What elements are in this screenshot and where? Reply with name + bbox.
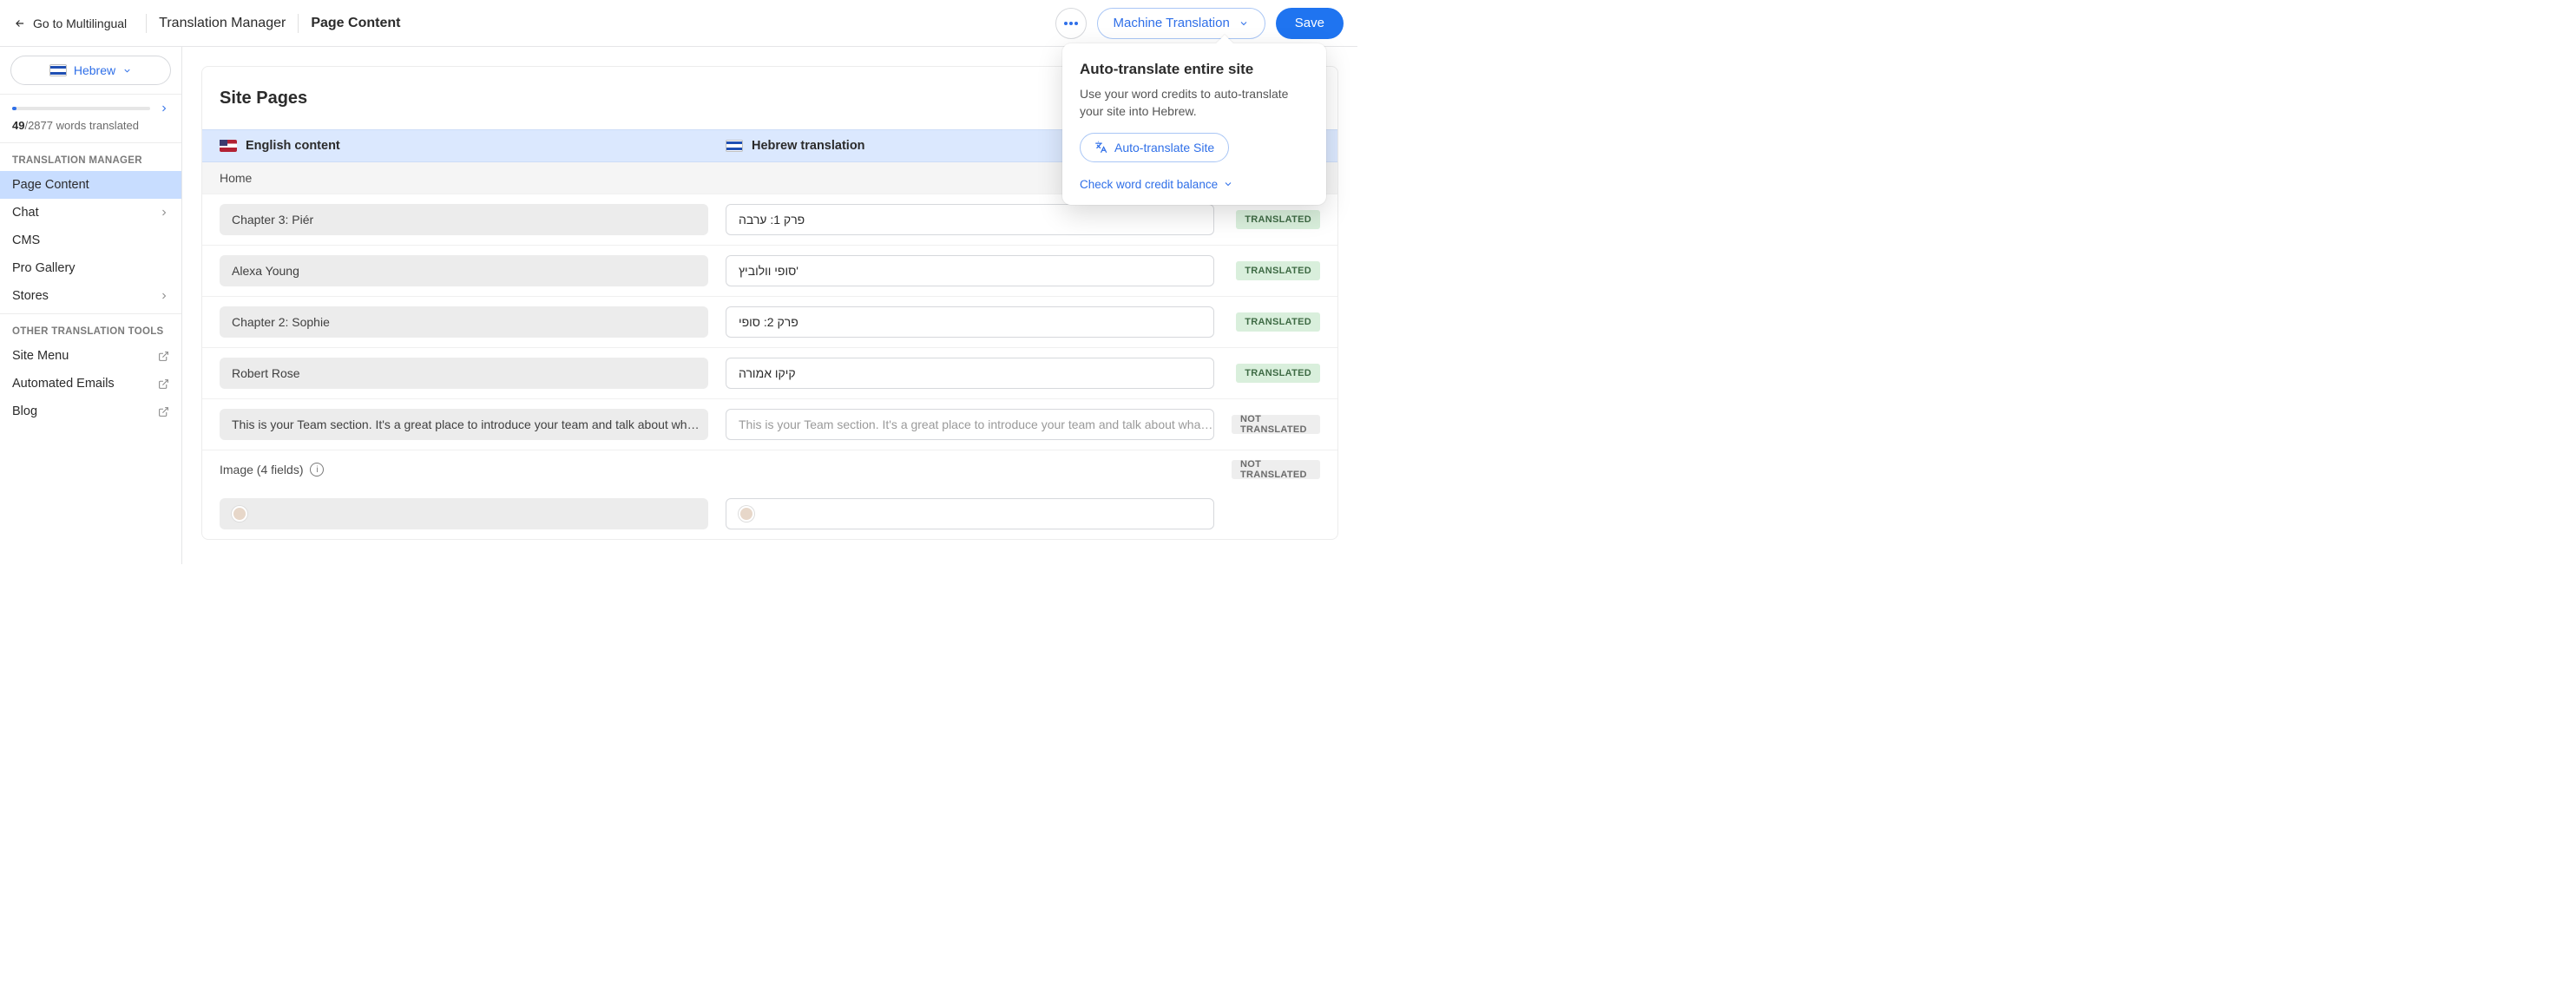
sidebar-item-label: Pro Gallery	[12, 261, 76, 275]
sidebar-item-label: Site Menu	[12, 349, 69, 363]
main: Site Pages All pages English content	[182, 47, 1357, 564]
sidebar-item-automated-emails[interactable]: Automated Emails	[0, 370, 181, 398]
translation-input[interactable]: This is your Team section. It's a great …	[726, 409, 1214, 440]
sidebar-item-site-menu[interactable]: Site Menu	[0, 342, 181, 370]
auto-translate-popover: Auto-translate entire site Use your word…	[1062, 43, 1326, 205]
sidebar-heading-translation-manager: TRANSLATION MANAGER	[0, 143, 181, 171]
chevron-right-icon	[159, 103, 169, 114]
back-label: Go to Multilingual	[33, 16, 127, 30]
sidebar-item-stores[interactable]: Stores	[0, 282, 181, 314]
sidebar-item-label: Blog	[12, 404, 37, 418]
popover-title: Auto-translate entire site	[1080, 61, 1309, 78]
status-badge: TRANSLATED	[1236, 210, 1320, 229]
col-source-label: English content	[246, 139, 340, 153]
sidebar-item-label: Page Content	[12, 178, 89, 192]
translation-input[interactable]: פרק 1: ערבה	[726, 204, 1214, 235]
status-badge: TRANSLATED	[1236, 312, 1320, 332]
breadcrumb: Go to Multilingual Translation Manager P…	[7, 13, 400, 34]
table-row	[202, 489, 1337, 539]
sidebar-item-label: Automated Emails	[12, 377, 115, 391]
translation-image[interactable]	[726, 498, 1214, 529]
chevron-right-icon	[159, 207, 169, 218]
check-credit-label: Check word credit balance	[1080, 178, 1218, 191]
language-label: Hebrew	[74, 63, 115, 77]
sidebar-item-label: CMS	[12, 233, 40, 247]
image-group-label-wrap: Image (4 fields) i	[220, 463, 708, 477]
table-row: Alexa Young סופי וולוביץ' TRANSLATED	[202, 245, 1337, 296]
layout: Hebrew 49/2877 words translated TRANSLAT…	[0, 47, 1357, 564]
auto-translate-cta-label: Auto-translate Site	[1114, 141, 1214, 154]
machine-translation-button[interactable]: Machine Translation	[1097, 8, 1265, 39]
translate-icon	[1094, 141, 1107, 154]
sidebar-item-blog[interactable]: Blog	[0, 398, 181, 425]
words-translated: 49/2877 words translated	[0, 119, 181, 142]
status-badge: TRANSLATED	[1236, 261, 1320, 280]
chevron-down-icon	[1239, 18, 1249, 29]
sidebar: Hebrew 49/2877 words translated TRANSLAT…	[0, 47, 182, 564]
source-image	[220, 498, 708, 529]
us-flag-icon	[220, 140, 237, 152]
arrow-left-icon	[14, 17, 26, 30]
col-source: English content	[202, 130, 708, 161]
machine-translation-label: Machine Translation	[1114, 16, 1230, 30]
sidebar-item-cms[interactable]: CMS	[0, 227, 181, 254]
info-icon[interactable]: i	[310, 463, 324, 477]
back-link[interactable]: Go to Multilingual	[7, 13, 134, 34]
chevron-down-icon	[1223, 179, 1233, 189]
translation-input[interactable]: סופי וולוביץ'	[726, 255, 1214, 286]
image-group-label: Image (4 fields)	[220, 463, 303, 477]
sidebar-item-label: Stores	[12, 289, 49, 303]
more-button[interactable]	[1055, 8, 1087, 39]
save-label: Save	[1295, 16, 1324, 30]
israel-flag-icon	[726, 140, 743, 152]
auto-translate-site-button[interactable]: Auto-translate Site	[1080, 133, 1229, 162]
source-text: Chapter 2: Sophie	[220, 306, 708, 338]
avatar-icon	[739, 506, 754, 522]
table-row: This is your Team section. It's a great …	[202, 398, 1337, 450]
words-total: /2877 words translated	[24, 119, 139, 132]
avatar-icon	[232, 506, 247, 522]
status-badge: NOT TRANSLATED	[1232, 415, 1320, 434]
sidebar-item-chat[interactable]: Chat	[0, 199, 181, 227]
panel-title: Site Pages	[220, 89, 307, 108]
crumb-translation-manager[interactable]: Translation Manager	[159, 16, 286, 31]
source-text: This is your Team section. It's a great …	[220, 409, 708, 440]
top-bar: Go to Multilingual Translation Manager P…	[0, 0, 1357, 47]
external-link-icon	[158, 378, 169, 390]
status-badge: TRANSLATED	[1236, 364, 1320, 383]
table-row: Robert Rose קיקו אמורה TRANSLATED	[202, 347, 1337, 398]
external-link-icon	[158, 406, 169, 417]
save-button[interactable]: Save	[1276, 8, 1344, 39]
popover-subtitle: Use your word credits to auto-translate …	[1080, 85, 1309, 121]
sidebar-item-pro-gallery[interactable]: Pro Gallery	[0, 254, 181, 282]
image-group-header: Image (4 fields) i NOT TRANSLATED	[202, 450, 1337, 489]
crumb-page-content: Page Content	[311, 16, 400, 31]
translation-input[interactable]: פרק 2: סופי	[726, 306, 1214, 338]
table-row: Chapter 2: Sophie פרק 2: סופי TRANSLATED	[202, 296, 1337, 347]
progress-row[interactable]	[0, 95, 181, 119]
status-badge: NOT TRANSLATED	[1232, 460, 1320, 479]
top-actions: Machine Translation Save	[1055, 8, 1344, 39]
check-credit-link[interactable]: Check word credit balance	[1080, 178, 1309, 191]
col-target-label: Hebrew translation	[752, 139, 865, 153]
source-text: Chapter 3: Piér	[220, 204, 708, 235]
chevron-down-icon	[122, 66, 132, 76]
progress-box: 49/2877 words translated	[0, 95, 181, 143]
israel-flag-icon	[49, 64, 67, 76]
chevron-right-icon	[159, 291, 169, 301]
translation-input[interactable]: קיקו אמורה	[726, 358, 1214, 389]
sidebar-item-label: Chat	[12, 206, 39, 220]
external-link-icon	[158, 351, 169, 362]
divider	[298, 14, 299, 33]
source-text: Alexa Young	[220, 255, 708, 286]
source-text: Robert Rose	[220, 358, 708, 389]
language-selector[interactable]: Hebrew	[10, 56, 171, 85]
language-selector-row: Hebrew	[0, 47, 181, 95]
sidebar-heading-other-tools: OTHER TRANSLATION TOOLS	[0, 314, 181, 342]
progress-bar	[12, 107, 150, 110]
sidebar-item-page-content[interactable]: Page Content	[0, 171, 181, 199]
divider	[146, 14, 147, 33]
words-done: 49	[12, 119, 24, 132]
more-icon	[1064, 22, 1078, 25]
